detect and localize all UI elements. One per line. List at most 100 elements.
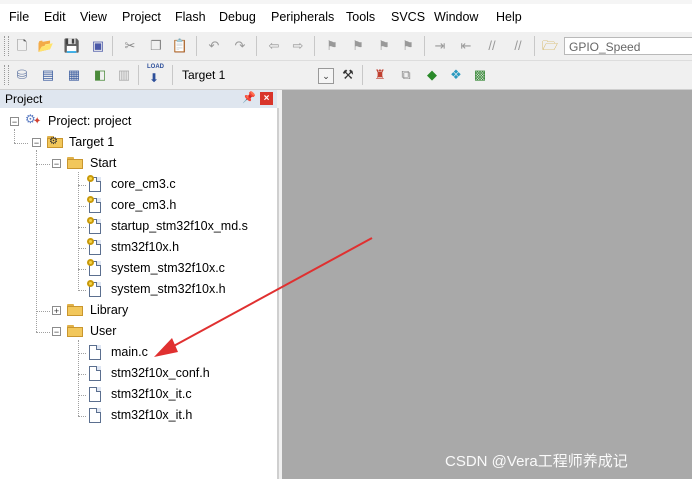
menu-project[interactable]: Project <box>122 10 161 24</box>
target-options-icon[interactable]: ⚒ <box>340 67 356 83</box>
project-pane-title: Project <box>5 92 43 106</box>
tree-group-start[interactable]: Start <box>90 153 116 173</box>
navigate-forward-icon[interactable]: ⇨ <box>290 38 306 54</box>
menu-flash[interactable]: Flash <box>175 10 206 24</box>
clear-bookmarks-icon[interactable]: ⚑ <box>400 38 416 54</box>
unindent-icon[interactable]: ⇤ <box>458 38 474 54</box>
download-icon[interactable]: LOAD ⬇ <box>146 64 166 86</box>
toolbar-grip[interactable] <box>4 65 9 85</box>
pack-installer-icon[interactable]: ❖ <box>448 67 464 83</box>
folder-icon <box>67 304 83 316</box>
pin-icon[interactable]: 📌 <box>242 91 256 104</box>
watermark: CSDN @Vera工程师养成记 <box>445 453 628 470</box>
project-icon: ⚙ ✦ <box>25 112 42 127</box>
target-select[interactable]: Target 1 <box>178 66 334 84</box>
tree-connector <box>78 269 86 270</box>
save-all-icon[interactable]: ▣ <box>90 38 106 54</box>
menu-peripherals[interactable]: Peripherals <box>271 10 334 24</box>
tree-connector <box>78 395 86 396</box>
prev-bookmark-icon[interactable]: ⚑ <box>350 38 366 54</box>
paste-icon[interactable]: 📋 <box>172 38 188 54</box>
tree-file[interactable]: system_stm32f10x.h <box>111 279 226 299</box>
redo-icon[interactable]: ↷ <box>232 38 248 54</box>
tree-file[interactable]: core_cm3.h <box>111 195 176 215</box>
find-in-files-icon[interactable]: 🗁 <box>542 38 558 54</box>
toolbar-separator <box>534 36 535 56</box>
tree-connector <box>36 164 50 165</box>
rebuild-icon[interactable]: ▦ <box>66 67 82 83</box>
run-time-environment-icon[interactable]: ▩ <box>472 67 488 83</box>
menu-edit[interactable]: Edit <box>44 10 66 24</box>
tree-connector <box>36 150 37 332</box>
copy-icon[interactable]: ❐ <box>148 38 164 54</box>
select-packs-icon[interactable]: ◆ <box>424 67 440 83</box>
build-toolbar: ⛁ ▤ ▦ ◧ ▥ LOAD ⬇ Target 1 ⌄ ⚒ ♜ ⧉ ◆ ❖ ▩ <box>0 61 692 90</box>
comment-icon[interactable]: // <box>484 38 500 54</box>
insert-bookmark-icon[interactable]: ⚑ <box>324 38 340 54</box>
tree-file[interactable]: stm32f10x_it.c <box>111 384 192 404</box>
tree-file[interactable]: stm32f10x_it.h <box>111 405 192 425</box>
tree-group-library[interactable]: Library <box>90 300 128 320</box>
tree-item-target[interactable]: Target 1 <box>69 132 114 152</box>
file-icon <box>89 345 101 360</box>
toolbar-separator <box>112 36 113 56</box>
menu-help[interactable]: Help <box>496 10 522 24</box>
tree-file[interactable]: startup_stm32f10x_md.s <box>111 216 248 236</box>
open-folder-icon <box>67 325 83 337</box>
tree-file[interactable]: main.c <box>111 342 148 362</box>
open-folder-icon[interactable]: 📂 <box>38 38 54 54</box>
batch-build-icon[interactable]: ◧ <box>92 67 108 83</box>
indent-icon[interactable]: ⇥ <box>432 38 448 54</box>
new-file-icon[interactable]: 🗋 <box>14 38 30 54</box>
menu-debug[interactable]: Debug <box>219 10 256 24</box>
tree-connector <box>78 185 86 186</box>
title-strip <box>0 0 692 4</box>
key-file-icon <box>87 217 101 234</box>
file-icon <box>89 408 101 423</box>
navigate-back-icon[interactable]: ⇦ <box>266 38 282 54</box>
manage-components-icon[interactable]: ⧉ <box>398 67 414 83</box>
manage-project-items-icon[interactable]: ♜ <box>372 67 388 83</box>
cut-icon[interactable]: ✂ <box>122 38 138 54</box>
menu-file[interactable]: File <box>9 10 29 24</box>
toolbar-separator <box>172 65 173 85</box>
collapse-toggle[interactable]: − <box>32 138 41 148</box>
close-icon[interactable]: × <box>260 92 273 105</box>
menu-window[interactable]: Window <box>434 10 478 24</box>
next-bookmark-icon[interactable]: ⚑ <box>376 38 392 54</box>
expand-toggle[interactable]: + <box>52 306 61 316</box>
find-combo[interactable]: GPIO_Speed <box>564 37 692 55</box>
tree-connector <box>36 332 50 333</box>
tree-file[interactable]: system_stm32f10x.c <box>111 258 225 278</box>
key-file-icon <box>87 196 101 213</box>
chevron-down-icon[interactable]: ⌄ <box>318 68 334 84</box>
undo-icon[interactable]: ↶ <box>206 38 222 54</box>
toolbar-separator <box>196 36 197 56</box>
save-icon[interactable]: 💾 <box>64 38 80 54</box>
uncomment-icon[interactable]: // <box>510 38 526 54</box>
open-folder-icon <box>67 157 83 169</box>
menu-svcs[interactable]: SVCS <box>391 10 425 24</box>
toolbar-grip[interactable] <box>4 36 9 56</box>
file-icon <box>89 366 101 381</box>
collapse-toggle[interactable]: − <box>52 159 61 169</box>
translate-icon[interactable]: ⛁ <box>14 67 30 83</box>
editor-area[interactable] <box>282 90 692 479</box>
menu-tools[interactable]: Tools <box>346 10 375 24</box>
tree-group-user[interactable]: User <box>90 321 116 341</box>
tree-item-project[interactable]: Project: project <box>48 111 131 131</box>
tree-file[interactable]: core_cm3.c <box>111 174 176 194</box>
standard-toolbar: 🗋 📂 💾 ▣ ✂ ❐ 📋 ↶ ↷ ⇦ ⇨ ⚑ ⚑ ⚑ ⚑ ⇥ ⇤ // // … <box>0 32 692 61</box>
stop-build-icon[interactable]: ▥ <box>116 67 132 83</box>
toolbar-separator <box>314 36 315 56</box>
tree-connector <box>78 227 86 228</box>
menu-view[interactable]: View <box>80 10 107 24</box>
build-icon[interactable]: ▤ <box>40 67 56 83</box>
tree-file[interactable]: stm32f10x_conf.h <box>111 363 210 383</box>
tree-file[interactable]: stm32f10x.h <box>111 237 179 257</box>
target-icon: ⚙ <box>47 135 65 149</box>
toolbar-separator <box>424 36 425 56</box>
collapse-toggle[interactable]: − <box>10 117 19 127</box>
key-file-icon <box>87 238 101 255</box>
collapse-toggle[interactable]: − <box>52 327 61 337</box>
